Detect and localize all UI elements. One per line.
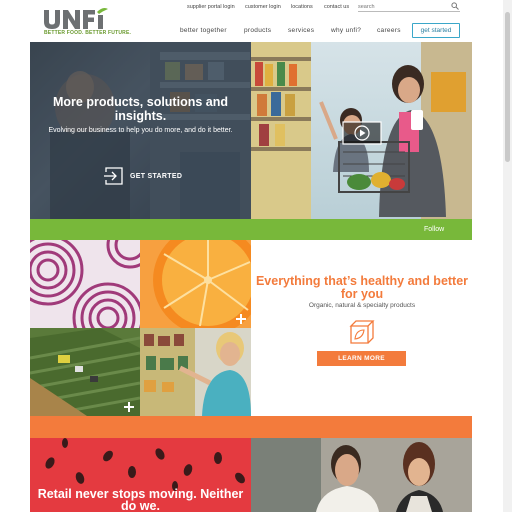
nav-careers[interactable]: careers xyxy=(377,27,401,34)
page-scrollbar-thumb[interactable] xyxy=(505,12,510,162)
search-input[interactable] xyxy=(358,3,460,12)
search-icon[interactable] xyxy=(451,2,459,10)
store-workers-photo xyxy=(251,438,472,512)
hero-subtitle: Evolving our business to help you do mor… xyxy=(48,127,233,134)
hero-get-started-link[interactable]: GET STARTED xyxy=(130,173,182,180)
orange-divider-bar xyxy=(30,416,472,438)
supplier-portal-login-link[interactable]: supplier portal login xyxy=(187,4,235,10)
follow-bar xyxy=(30,219,472,240)
nav-services[interactable]: services xyxy=(288,27,314,34)
locations-link[interactable]: locations xyxy=(291,4,313,10)
logo-mark xyxy=(44,8,108,29)
onion-art xyxy=(30,240,140,328)
customer-login-link[interactable]: customer login xyxy=(245,4,281,10)
get-started-button[interactable]: get started xyxy=(412,23,460,38)
nav-why-unfi[interactable]: why unfi? xyxy=(331,27,361,34)
workers-art xyxy=(251,438,472,512)
healthy-heading: Everything that’s healthy and better for… xyxy=(255,274,469,301)
hero-title: More products, solutions and insights. xyxy=(52,95,228,123)
plus-icon-lower[interactable] xyxy=(123,401,135,413)
follow-link[interactable]: Follow xyxy=(424,226,444,233)
brand-tagline: BETTER FOOD. BETTER FUTURE. xyxy=(44,30,132,36)
woman-art xyxy=(140,328,251,416)
learn-more-button[interactable]: LEARN MORE xyxy=(317,351,406,366)
play-video-icon[interactable] xyxy=(342,121,382,145)
contact-us-link[interactable]: contact us xyxy=(324,4,349,10)
retail-heading: Retail never stops moving. Neither do we… xyxy=(37,487,244,513)
product-box-icon xyxy=(349,320,375,344)
nav-better-together[interactable]: better together xyxy=(180,27,227,34)
enter-arrow-icon[interactable] xyxy=(104,166,124,186)
plus-icon[interactable] xyxy=(235,313,247,325)
onion-photo xyxy=(30,240,140,328)
woman-shopping-photo xyxy=(140,328,251,416)
nav-products[interactable]: products xyxy=(244,27,271,34)
healthy-subheading: Organic, natural & specialty products xyxy=(308,302,416,309)
